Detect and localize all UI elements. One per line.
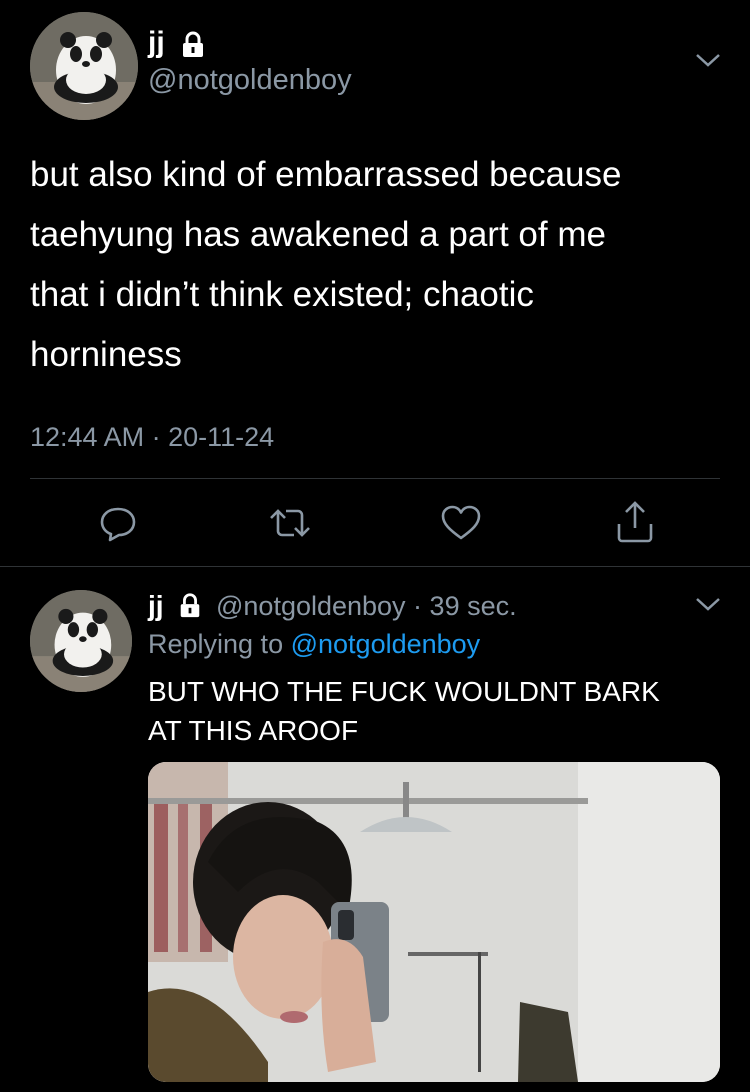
- replying-to: Replying to @notgoldenboy: [148, 628, 480, 660]
- chevron-down-icon[interactable]: [694, 596, 722, 612]
- display-name[interactable]: jj: [148, 26, 165, 60]
- replying-to-handle[interactable]: @notgoldenboy: [291, 629, 481, 659]
- avatar-image: [30, 590, 132, 692]
- tweet-text-line: BUT WHO THE FUCK WOULDNT BARK: [148, 676, 660, 707]
- retweet-icon[interactable]: [268, 503, 312, 543]
- timestamp[interactable]: 12:44 AM · 20-11-24: [30, 420, 274, 454]
- photo-image: [148, 762, 720, 1082]
- reply-icon[interactable]: [98, 503, 138, 543]
- avatar[interactable]: [30, 12, 138, 120]
- share-icon[interactable]: [614, 500, 656, 544]
- replying-to-label: Replying to: [148, 629, 284, 659]
- tweet-text-line: that i didn’t think existed; chaotic: [30, 275, 534, 314]
- tweet-text: BUT WHO THE FUCK WOULDNT BARK AT THIS AR…: [148, 672, 728, 750]
- lock-icon: [179, 30, 207, 58]
- section-divider: [0, 566, 750, 567]
- avatar-image: [30, 12, 138, 120]
- like-icon[interactable]: [440, 504, 482, 542]
- handle-and-time[interactable]: @notgoldenboy · 39 sec.: [216, 590, 517, 622]
- lock-icon: [177, 592, 203, 618]
- tweet-text-line: taehyung has awakened a part of me: [30, 215, 606, 254]
- chevron-down-icon[interactable]: [694, 52, 722, 68]
- tweet-text-line: horniness: [30, 335, 182, 374]
- tweet-text: but also kind of embarrassed because tae…: [30, 145, 730, 385]
- divider: [30, 478, 720, 479]
- display-name[interactable]: jj: [148, 590, 164, 622]
- avatar[interactable]: [30, 590, 132, 692]
- tweet-text-line: AT THIS AROOF: [148, 715, 359, 746]
- tweet-text-line: but also kind of embarrassed because: [30, 155, 622, 194]
- handle[interactable]: @notgoldenboy: [148, 63, 352, 97]
- tweet-photo[interactable]: [148, 762, 720, 1082]
